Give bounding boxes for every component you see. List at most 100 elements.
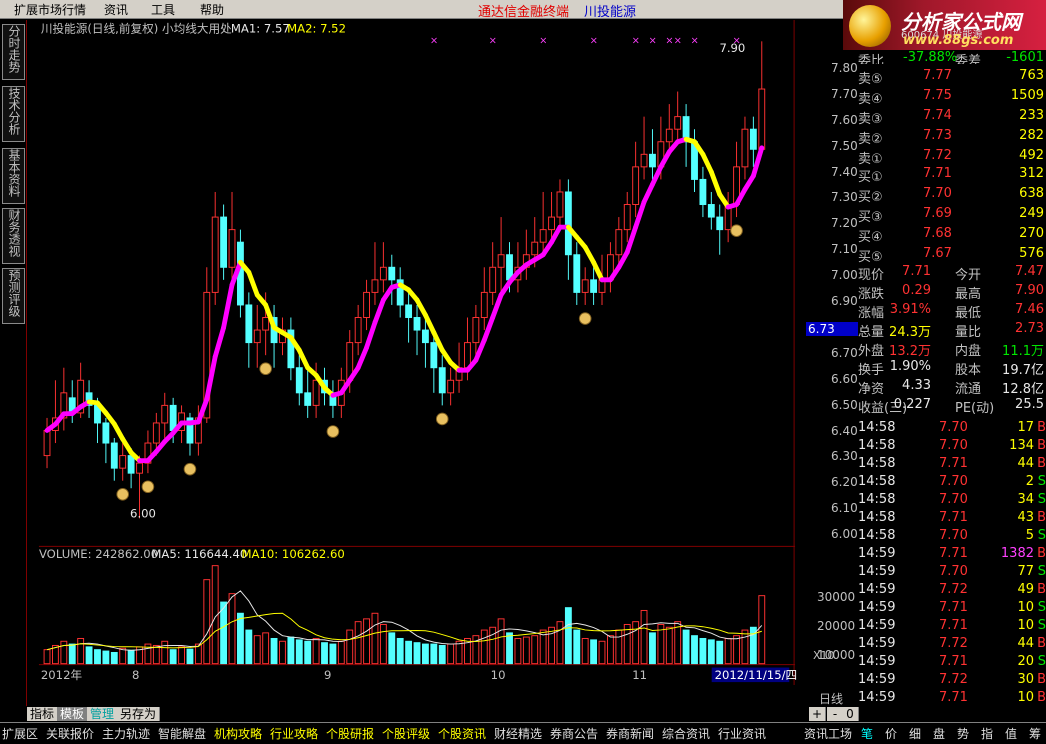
- bottombar-item[interactable]: 券商公告: [550, 725, 598, 742]
- volume-bar: [523, 637, 529, 664]
- tab-template[interactable]: 模板: [57, 707, 88, 721]
- volume-bar: [574, 630, 580, 664]
- candle-body: [448, 380, 454, 393]
- bottombar-item[interactable]: 关联报价: [46, 725, 94, 742]
- period-label[interactable]: 日线: [819, 690, 843, 707]
- panel-switch-button[interactable]: 笔: [861, 725, 873, 742]
- bottombar-item[interactable]: 财经精选: [494, 725, 542, 742]
- candle-body: [708, 205, 714, 218]
- ma1-label: MA1: 7.57: [231, 22, 290, 36]
- candle-body: [498, 255, 504, 268]
- panel-switch-button[interactable]: 势: [957, 725, 969, 742]
- price-tick-label: 6.60: [831, 372, 858, 386]
- tick-side: S: [1038, 600, 1046, 615]
- tick-price: 7.70: [939, 420, 968, 435]
- menu-extended-market[interactable]: 扩展市场行情: [14, 1, 86, 18]
- vol-ma5-label: MA5: 116644.40: [151, 547, 247, 561]
- bottombar-item[interactable]: 智能解盘: [158, 725, 206, 742]
- panel-switch-button[interactable]: 盘: [933, 725, 945, 742]
- tab-manage[interactable]: 管理: [87, 707, 118, 721]
- panel-switch-button[interactable]: 值: [1005, 725, 1017, 742]
- buy-price: 7.70: [923, 186, 952, 201]
- tick-side: B: [1037, 582, 1046, 597]
- top-marker: ×: [489, 35, 497, 46]
- volume-bar: [448, 644, 454, 664]
- bottombar-item[interactable]: 行业攻略: [270, 725, 318, 742]
- tab-indicator[interactable]: 指标: [27, 707, 58, 721]
- stat-row: 总量24.3万量比2.73: [857, 321, 1046, 339]
- bottombar-item[interactable]: 机构攻略: [214, 725, 262, 742]
- bottombar-item[interactable]: 扩展区: [2, 725, 38, 742]
- tick-time: 14:58: [858, 528, 895, 543]
- volume-bar: [481, 630, 487, 664]
- tick-price: 7.72: [939, 636, 968, 651]
- tick-row: 14:587.7143B: [857, 510, 1046, 528]
- tab-fundamentals[interactable]: 基本资料: [2, 148, 25, 204]
- candle-body: [355, 318, 361, 343]
- volume-bar: [313, 638, 319, 663]
- bottombar-item[interactable]: 个股研报: [326, 725, 374, 742]
- tick-row: 14:587.7144B: [857, 456, 1046, 474]
- volume-bar: [305, 641, 311, 663]
- volume-bar: [397, 638, 403, 663]
- bottombar-item[interactable]: 个股评级: [382, 725, 430, 742]
- price-tick-label: 6.00: [831, 527, 858, 541]
- volume-bar: [607, 636, 613, 664]
- tab-intraday[interactable]: 分时走势: [2, 24, 25, 80]
- tick-price: 7.71: [939, 546, 968, 561]
- candle-body: [759, 89, 765, 149]
- tab-forecast[interactable]: 预测评级: [2, 268, 25, 324]
- tick-row: 14:597.7120S: [857, 654, 1046, 672]
- panel-switch-button[interactable]: 价: [885, 725, 897, 742]
- stat-label: 净资: [858, 378, 884, 397]
- tick-volume: 10: [1017, 690, 1034, 705]
- stat-value-2: 19.7亿: [1002, 359, 1044, 378]
- menu-tools[interactable]: 工具: [151, 1, 175, 18]
- menu-news[interactable]: 资讯: [104, 1, 128, 18]
- tick-row: 14:597.7110S: [857, 618, 1046, 636]
- tab-save-as[interactable]: 另存为: [117, 707, 160, 721]
- tick-row: 14:587.702S: [857, 474, 1046, 492]
- volume-bar: [439, 645, 445, 663]
- tick-side: S: [1038, 654, 1046, 669]
- panel-switch-button[interactable]: 细: [909, 725, 921, 742]
- candle-body: [372, 280, 378, 293]
- volume-bar: [95, 650, 101, 664]
- buy-label: 买⑤: [858, 246, 883, 265]
- panel-switch-button[interactable]: 指: [981, 725, 993, 742]
- stat-value-2: 7.90: [1015, 283, 1044, 298]
- volume-label: VOLUME: 242862.00: [39, 547, 158, 561]
- bottombar-item[interactable]: 个股资讯: [438, 725, 486, 742]
- bottombar-item[interactable]: 资讯工场: [804, 725, 852, 742]
- candle-body: [111, 443, 117, 468]
- zoom-in-button[interactable]: +: [809, 707, 826, 721]
- money-bag-icon: [184, 463, 196, 475]
- stat-label: 外盘: [858, 340, 884, 359]
- stat-label-2: 内盘: [955, 340, 981, 359]
- bottombar-item[interactable]: 主力轨迹: [102, 725, 150, 742]
- sell-label: 卖②: [858, 128, 883, 147]
- tab-financials[interactable]: 财务透视: [2, 208, 25, 264]
- volume-bar: [254, 636, 260, 664]
- tick-side: B: [1037, 510, 1046, 525]
- volume-bar: [221, 602, 227, 664]
- volume-bar: [78, 638, 84, 663]
- volume-bar: [498, 619, 504, 664]
- bottombar-item[interactable]: 券商新闻: [606, 725, 654, 742]
- tick-volume: 44: [1017, 456, 1034, 471]
- price-tick-label: 6.90: [831, 294, 858, 308]
- date-current: 2012/11/15/四: [715, 668, 798, 682]
- price-axis: 7.807.707.607.507.407.307.207.107.006.90…: [807, 20, 857, 685]
- kline-chart[interactable]: 川投能源(日线,前复权) 小均线大用处 MA1: 7.57 MA2: 7.52 …: [27, 20, 807, 685]
- panel-switch-button[interactable]: 筹: [1029, 725, 1041, 742]
- tick-side: S: [1038, 492, 1046, 507]
- date-oct: 10: [491, 668, 506, 682]
- volume-bar: [414, 643, 420, 664]
- menu-help[interactable]: 帮助: [200, 1, 224, 18]
- candle-body: [128, 456, 134, 474]
- sell-label: 卖③: [858, 108, 883, 127]
- tab-technical[interactable]: 技术分析: [2, 86, 25, 142]
- bottombar-item[interactable]: 行业资讯: [718, 725, 766, 742]
- tick-volume: 2: [1026, 474, 1034, 489]
- bottombar-item[interactable]: 综合资讯: [662, 725, 710, 742]
